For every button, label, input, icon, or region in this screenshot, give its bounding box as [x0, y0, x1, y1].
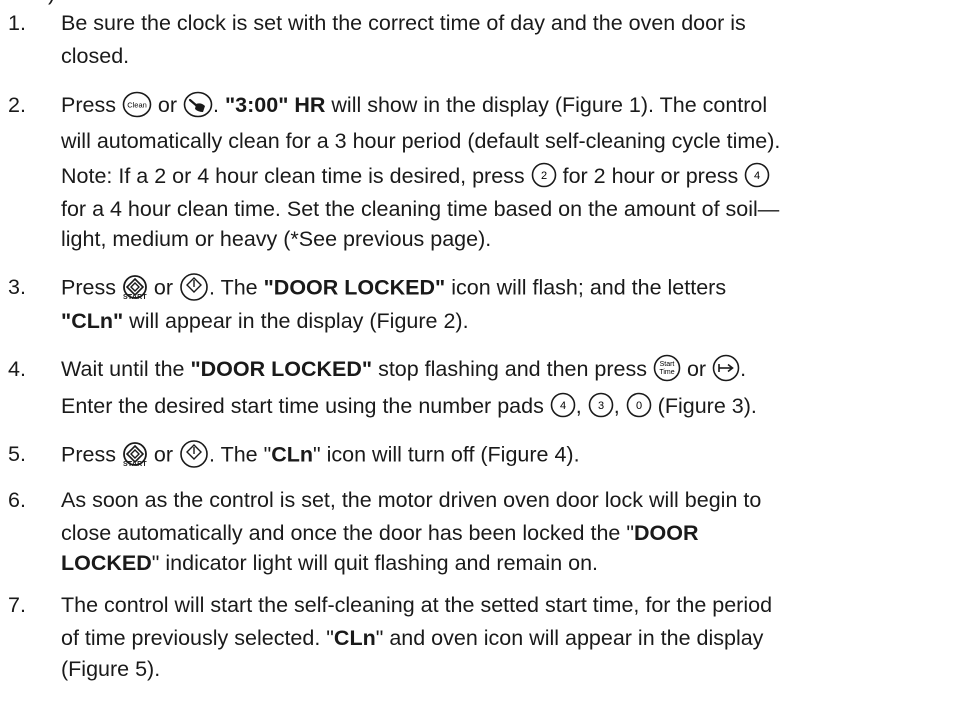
step-number: 4. — [8, 357, 26, 381]
svg-text:4: 4 — [754, 170, 760, 182]
svg-text:2: 2 — [541, 170, 547, 182]
start-diamond-icon: START — [122, 441, 148, 468]
self-clean-brush-icon — [183, 91, 213, 118]
step-text-line: Enter the desired start time using the n… — [61, 392, 757, 418]
svg-text:0: 0 — [636, 400, 642, 412]
step-text-line: light, medium or heavy (*See previous pa… — [61, 227, 492, 251]
instructions-page: ) 1. Be sure the clock is set with the co… — [0, 0, 953, 724]
step-text-line: The control will start the self-cleaning… — [61, 593, 773, 617]
emphasis-text: "DOOR LOCKED" — [190, 357, 373, 381]
step-number: 6. — [8, 488, 26, 512]
cut-off-heading: ) — [0, 0, 953, 6]
step-text-line: close automatically and once the door ha… — [61, 521, 699, 545]
step-text-line: (Figure 5). — [61, 657, 161, 681]
svg-text:Start: Start — [660, 361, 675, 368]
delay-start-arrow-icon — [712, 354, 740, 382]
step-text-line: As soon as the control is set, the motor… — [61, 488, 762, 512]
step-text-line: Wait until the "DOOR LOCKED" stop flashi… — [61, 354, 746, 384]
step-text-line: Note: If a 2 or 4 hour clean time is des… — [61, 163, 770, 190]
step-number: 1. — [8, 11, 26, 35]
clean-button-icon: Clean — [122, 91, 152, 118]
number-pad-4-icon: 4 — [550, 392, 576, 418]
emphasis-text: CLn — [271, 442, 314, 467]
step-text-line: of time previously selected. "CLn" and o… — [61, 626, 764, 650]
number-pad-3-icon: 3 — [588, 392, 614, 418]
step-number: 2. — [8, 93, 26, 117]
step-text-line: Press START or . The "DOOR LOCKED" icon … — [61, 272, 726, 304]
emphasis-text: LOCKED — [61, 551, 152, 575]
step-text-line: closed. — [61, 44, 130, 68]
step-text-line: Press START or . The "CLn" icon will tur… — [61, 439, 580, 471]
step-text-line: "CLn" will appear in the display (Figure… — [61, 309, 469, 333]
power-start-icon — [179, 272, 209, 302]
start-label: START — [123, 461, 147, 468]
number-pad-2-icon: 2 — [531, 162, 557, 188]
step-text-line: Be sure the clock is set with the correc… — [61, 11, 746, 35]
step-text-line: will automatically clean for a 3 hour pe… — [61, 129, 781, 153]
emphasis-text: CLn — [333, 626, 376, 650]
start-time-button-icon: Start Time — [653, 354, 681, 382]
emphasis-text: "CLn" — [61, 309, 124, 333]
step-number: 7. — [8, 593, 26, 617]
step-text-line: for a 4 hour clean time. Set the cleanin… — [61, 197, 780, 221]
number-pad-0-icon: 0 — [626, 392, 652, 418]
svg-text:Time: Time — [659, 369, 674, 376]
svg-text:3: 3 — [598, 400, 604, 412]
svg-text:4: 4 — [560, 400, 566, 412]
emphasis-text: DOOR — [633, 521, 699, 545]
step-text-line: LOCKED" indicator light will quit flashi… — [61, 551, 599, 575]
svg-text:Clean: Clean — [127, 100, 147, 109]
number-pad-4-icon: 4 — [744, 162, 770, 188]
power-start-icon — [179, 439, 209, 469]
step-text-line: Press Clean or . "3:00" HR will show in … — [61, 91, 767, 120]
step-number: 3. — [8, 275, 26, 299]
step-number: 5. — [8, 442, 26, 466]
heading-fragment: ) — [48, 0, 55, 6]
start-diamond-icon: START — [122, 274, 148, 301]
emphasis-text: "3:00" HR — [224, 93, 326, 117]
emphasis-text: "DOOR LOCKED" — [263, 275, 446, 300]
